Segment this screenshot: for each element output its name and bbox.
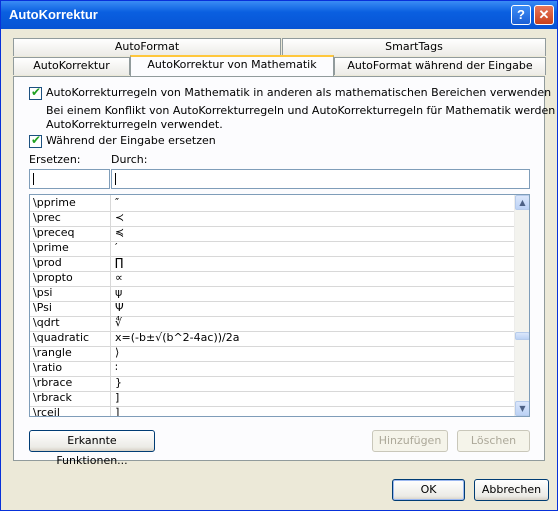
vertical-scrollbar[interactable]: ▲ ▼ — [514, 195, 529, 416]
column-separator — [110, 225, 111, 241]
replace-input[interactable] — [29, 169, 110, 189]
column-separator — [110, 315, 111, 331]
column-separator — [110, 210, 111, 226]
tab-smarttags[interactable]: SmartTags — [282, 38, 546, 56]
column-separator — [110, 255, 111, 271]
scrollbar-thumb[interactable] — [515, 332, 529, 340]
column-separator — [110, 270, 111, 286]
entry-value: ≼ — [115, 226, 125, 239]
add-button[interactable]: Hinzufügen — [372, 430, 448, 452]
entry-key: \prec — [33, 211, 61, 224]
title-bar[interactable]: AutoKorrektur ? ✕ — [1, 1, 557, 29]
text-caret — [115, 173, 116, 185]
entry-key: \propto — [33, 271, 73, 284]
entry-key: \quadratic — [33, 331, 90, 344]
column-separator — [110, 240, 111, 256]
column-separator — [110, 360, 111, 376]
with-input[interactable] — [111, 169, 530, 189]
entry-key: \prime — [33, 241, 69, 254]
entry-value: ⌉ — [115, 406, 120, 417]
column-separator — [110, 300, 111, 316]
tab-autokorrektur-mathematik[interactable]: AutoKorrektur von Mathematik — [130, 55, 334, 76]
entry-key: \psi — [33, 286, 53, 299]
with-label: Durch: — [111, 153, 148, 166]
window-title: AutoKorrektur — [9, 7, 98, 22]
entry-value: ∏ — [115, 256, 124, 269]
list-item[interactable]: \rceil ⌉ — [30, 405, 514, 417]
entry-value: ′ — [115, 241, 118, 254]
check-icon: ✔ — [31, 85, 42, 99]
entry-key: \rangle — [33, 346, 72, 359]
column-separator — [110, 285, 111, 301]
check-icon: ✔ — [31, 133, 42, 147]
entry-value: Ψ — [115, 301, 124, 314]
delete-button[interactable]: Löschen — [457, 430, 530, 452]
entry-key: \rbrack — [33, 391, 72, 404]
conflict-note-line-1: Bei einem Konflikt von AutoKorrekturrege… — [46, 104, 556, 117]
column-separator — [110, 375, 111, 391]
replace-while-typing-label[interactable]: Während der Eingabe ersetzen — [46, 134, 216, 147]
use-outside-math-label[interactable]: AutoKorrekturregeln von Mathematik in an… — [46, 86, 551, 99]
autokorrektur-dialog: AutoKorrektur ? ✕ AutoFormat SmartTags A… — [0, 0, 558, 511]
tab-autoformat[interactable]: AutoFormat — [13, 38, 281, 56]
entry-value: ∜ — [115, 316, 123, 329]
text-caret — [33, 173, 34, 185]
entry-key: \Psi — [33, 301, 52, 314]
entry-key: \rceil — [33, 406, 60, 417]
entry-value: } — [115, 376, 122, 389]
entry-value: ∶ — [115, 361, 118, 374]
column-separator — [110, 330, 111, 346]
cancel-button[interactable]: Abbrechen — [474, 479, 549, 501]
entry-key: \preceq — [33, 226, 75, 239]
use-outside-math-checkbox[interactable]: ✔ — [29, 85, 42, 100]
replace-label: Ersetzen: — [29, 153, 81, 166]
entry-value: ] — [115, 391, 120, 404]
entry-key: \ratio — [33, 361, 63, 374]
scroll-up-icon[interactable]: ▲ — [515, 195, 529, 210]
column-separator — [110, 405, 111, 416]
entry-value: ∝ — [115, 271, 123, 284]
column-separator — [110, 390, 111, 406]
tab-autokorrektur[interactable]: AutoKorrektur — [13, 57, 130, 75]
entry-key: \pprime — [33, 196, 76, 209]
ok-button[interactable]: OK — [392, 479, 465, 501]
entry-key: \rbrace — [33, 376, 73, 389]
entry-value: ≺ — [115, 211, 125, 224]
scroll-down-icon[interactable]: ▼ — [515, 401, 529, 416]
conflict-note-line-2: AutoKorrekturregeln verwendet. — [46, 118, 223, 131]
replace-while-typing-checkbox[interactable]: ✔ — [29, 133, 42, 148]
recognized-functions-button[interactable]: Erkannte Funktionen... — [29, 430, 155, 467]
entry-key: \prod — [33, 256, 62, 269]
entry-key: \qdrt — [33, 316, 60, 329]
column-separator — [110, 195, 111, 211]
close-button[interactable]: ✕ — [534, 5, 554, 25]
entry-value: x=(-b±√(b^2-4ac))/2a — [115, 331, 240, 344]
entry-value: ⟩ — [115, 346, 120, 359]
tab-autoformat-eingabe[interactable]: AutoFormat während der Eingabe — [334, 57, 546, 75]
entries-list[interactable]: \pprime ″ \prec ≺ \preceq ≼ \prime ′ \prod ∏ … — [29, 194, 530, 417]
entry-value: ψ — [115, 286, 123, 299]
column-separator — [110, 345, 111, 361]
help-button[interactable]: ? — [511, 5, 531, 25]
entry-value: ″ — [115, 196, 120, 209]
